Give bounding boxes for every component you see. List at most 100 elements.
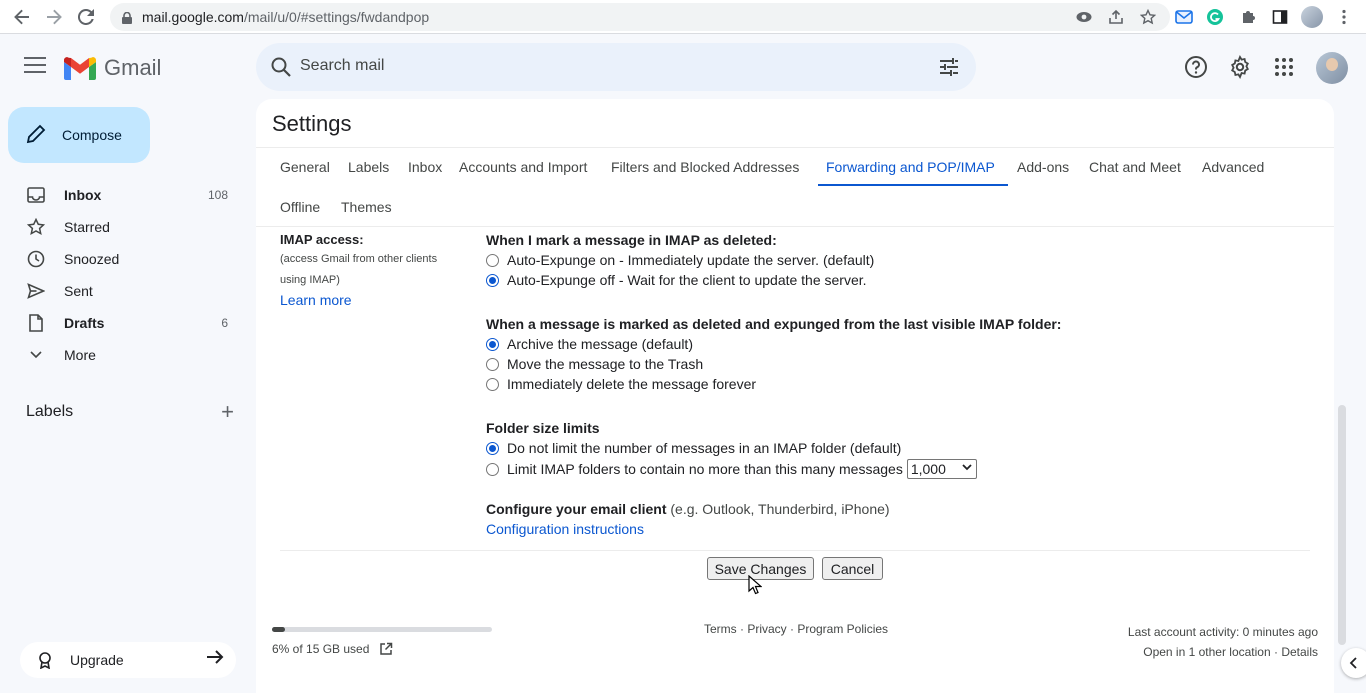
labels-heading: Labels xyxy=(26,403,74,420)
radio-button-selected[interactable] xyxy=(486,273,499,287)
open-external-icon[interactable] xyxy=(379,642,393,656)
sidebar-item-label: Starred xyxy=(64,219,110,235)
share-icon[interactable] xyxy=(1106,7,1126,27)
option-label: Limit IMAP folders to contain no more th… xyxy=(507,461,903,477)
radio-button[interactable] xyxy=(486,377,499,391)
divider xyxy=(256,226,1334,227)
mouse-cursor-icon xyxy=(748,574,763,600)
radio-button-selected[interactable] xyxy=(486,337,499,351)
account-avatar[interactable] xyxy=(1316,52,1348,84)
tab-filters[interactable]: Filters and Blocked Addresses xyxy=(611,159,799,175)
auto-expunge-on-option[interactable]: Auto-Expunge on - Immediately update the… xyxy=(486,250,874,270)
gmail-extension-icon[interactable] xyxy=(1172,5,1196,29)
grammarly-icon[interactable] xyxy=(1203,5,1227,29)
tab-themes[interactable]: Themes xyxy=(341,199,392,215)
compose-label: Compose xyxy=(62,127,122,143)
sidebar-item-sent[interactable]: Sent xyxy=(0,275,244,307)
footer-links[interactable]: Terms · Privacy · Program Policies xyxy=(704,622,888,636)
profile-avatar-small[interactable] xyxy=(1300,5,1324,29)
extensions-puzzle-icon[interactable] xyxy=(1236,5,1260,29)
sidebar-item-more[interactable]: More xyxy=(0,339,244,371)
sidebar-item-label: Snoozed xyxy=(64,251,120,267)
details-link[interactable]: Open in 1 other location · Details xyxy=(1128,642,1318,662)
tab-forwarding-pop-imap[interactable]: Forwarding and POP/IMAP xyxy=(826,159,995,175)
storage-usage-text: 6% of 15 GB used xyxy=(272,642,393,656)
back-icon[interactable] xyxy=(6,1,38,33)
imap-access-heading: IMAP access: xyxy=(280,232,364,247)
side-panel-toggle[interactable] xyxy=(1341,648,1366,678)
storage-usage-fill xyxy=(272,627,286,632)
configuration-instructions-link[interactable]: Configuration instructions xyxy=(486,521,644,537)
limit-folder-option[interactable]: Limit IMAP folders to contain no more th… xyxy=(486,459,977,479)
sidebar-item-snoozed[interactable]: Snoozed xyxy=(0,243,244,275)
last-activity-text: Last account activity: 0 minutes ago xyxy=(1127,625,1318,639)
incognito-eye-icon[interactable] xyxy=(1074,7,1094,27)
sidebar-item-starred[interactable]: Starred xyxy=(0,211,244,243)
side-panel-icon[interactable] xyxy=(1268,5,1292,29)
folder-limit-select[interactable]: 1,000 xyxy=(906,459,977,479)
tab-add-ons[interactable]: Add-ons xyxy=(1017,159,1069,175)
auto-expunge-off-option[interactable]: Auto-Expunge off - Wait for the client t… xyxy=(486,270,867,290)
configure-client-line: Configure your email client (e.g. Outloo… xyxy=(486,501,890,517)
search-input[interactable]: Search mail xyxy=(300,57,384,75)
sidebar-item-label: More xyxy=(64,347,96,363)
lock-icon xyxy=(122,11,132,24)
tab-general[interactable]: General xyxy=(280,159,330,175)
tab-labels[interactable]: Labels xyxy=(348,159,389,175)
delete-forever-option[interactable]: Immediately delete the message forever xyxy=(486,374,756,394)
address-bar[interactable]: mail.google.com/mail/u/0/#settings/fwdan… xyxy=(110,3,1170,31)
search-icon[interactable] xyxy=(270,56,292,83)
clock-icon xyxy=(26,249,46,269)
sidebar-item-label: Drafts xyxy=(64,315,105,331)
learn-more-link[interactable]: Learn more xyxy=(280,292,470,308)
option-label: Do not limit the number of messages in a… xyxy=(507,440,902,456)
radio-button[interactable] xyxy=(486,462,499,476)
radio-button-selected[interactable] xyxy=(486,441,499,455)
gmail-m-icon xyxy=(64,57,96,80)
option-label: Auto-Expunge off - Wait for the client t… xyxy=(507,272,867,288)
pencil-icon xyxy=(26,124,46,147)
browser-menu-icon[interactable] xyxy=(1332,5,1356,29)
compose-button[interactable]: Compose xyxy=(8,107,150,163)
folder-size-title: Folder size limits xyxy=(486,420,600,436)
main-menu-icon[interactable] xyxy=(24,57,46,75)
scrollbar-thumb[interactable] xyxy=(1338,405,1346,645)
page-title: Settings xyxy=(272,111,352,136)
help-icon[interactable] xyxy=(1184,55,1208,79)
radio-button[interactable] xyxy=(486,253,499,267)
tab-chat-and-meet[interactable]: Chat and Meet xyxy=(1089,159,1181,175)
settings-gear-icon[interactable] xyxy=(1228,55,1252,79)
divider xyxy=(280,550,1310,551)
unread-count: 108 xyxy=(207,188,228,202)
browser-toolbar: mail.google.com/mail/u/0/#settings/fwdan… xyxy=(0,0,1366,34)
tab-offline[interactable]: Offline xyxy=(280,199,320,215)
sidebar-item-label: Sent xyxy=(64,283,93,299)
gmail-logo[interactable]: Gmail xyxy=(64,55,161,81)
sidebar-item-drafts[interactable]: Drafts 6 xyxy=(0,307,244,339)
search-options-icon[interactable] xyxy=(938,56,960,83)
search-bar[interactable]: Search mail xyxy=(256,43,976,91)
bookmark-star-icon[interactable] xyxy=(1138,7,1158,27)
upgrade-label: Upgrade xyxy=(70,652,124,668)
radio-button[interactable] xyxy=(486,357,499,371)
move-to-trash-option[interactable]: Move the message to the Trash xyxy=(486,354,703,374)
imap-access-description: (access Gmail from other clients using I… xyxy=(280,249,470,291)
tab-advanced[interactable]: Advanced xyxy=(1202,159,1264,175)
cancel-button[interactable]: Cancel xyxy=(822,557,883,580)
archive-message-option[interactable]: Archive the message (default) xyxy=(486,334,693,354)
chevron-left-icon xyxy=(1349,657,1357,669)
star-icon xyxy=(26,217,46,237)
add-label-icon[interactable]: + xyxy=(221,399,234,425)
select-value: 1,000 xyxy=(910,461,946,477)
imap-description-line: (access Gmail from other clients xyxy=(280,253,438,265)
reload-icon[interactable] xyxy=(70,1,102,33)
tab-accounts-and-import[interactable]: Accounts and Import xyxy=(459,159,587,175)
upgrade-button[interactable]: Upgrade xyxy=(20,642,236,678)
chevron-down-icon xyxy=(962,463,972,474)
no-folder-limit-option[interactable]: Do not limit the number of messages in a… xyxy=(486,438,901,458)
inbox-icon xyxy=(26,185,46,205)
forward-icon[interactable] xyxy=(38,1,70,33)
apps-grid-icon[interactable] xyxy=(1272,55,1296,79)
sidebar-item-inbox[interactable]: Inbox 108 xyxy=(0,179,244,211)
tab-inbox[interactable]: Inbox xyxy=(408,159,442,175)
